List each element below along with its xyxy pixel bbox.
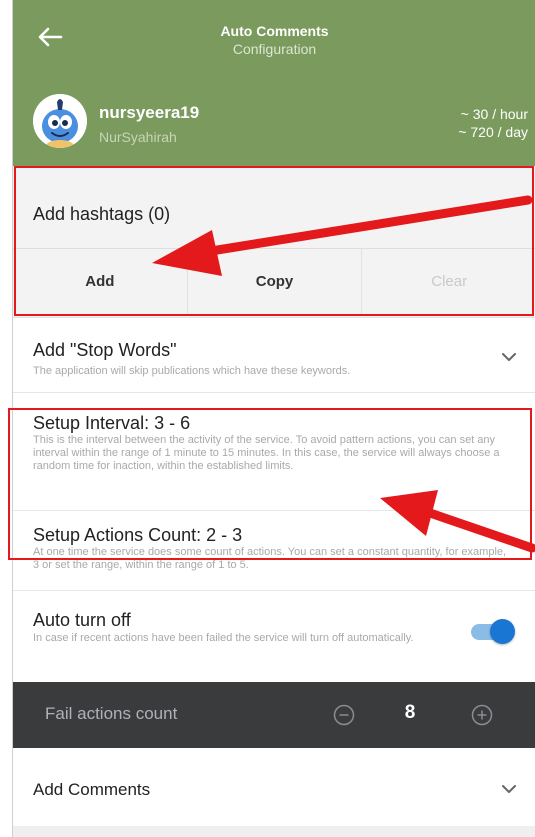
copy-hashtag-button[interactable]: Copy bbox=[188, 249, 363, 314]
auto-off-title: Auto turn off bbox=[33, 610, 131, 630]
hashtags-title: Add hashtags (0) bbox=[33, 204, 171, 224]
page-title: Auto Comments bbox=[220, 23, 329, 39]
app-screen: Auto Comments Configuration nursyeera19 … bbox=[12, 0, 535, 837]
hashtags-section: Add hashtags (0) Add Copy Clear bbox=[13, 166, 535, 318]
interval-desc: This is the interval between the activit… bbox=[33, 434, 500, 472]
toggle-knob bbox=[490, 619, 515, 644]
rate-per-hour: ~ 30 / hour bbox=[460, 106, 528, 122]
divider bbox=[13, 510, 535, 511]
auto-off-toggle[interactable] bbox=[471, 618, 515, 644]
header: Auto Comments Configuration nursyeera19 … bbox=[13, 0, 535, 166]
bottom-strip bbox=[13, 826, 535, 837]
avatar[interactable] bbox=[33, 94, 87, 148]
divider bbox=[13, 392, 535, 393]
fail-actions-label: Fail actions count bbox=[45, 704, 178, 723]
fail-actions-bar: Fail actions count 8 bbox=[13, 682, 535, 748]
rate-per-day: ~ 720 / day bbox=[458, 124, 528, 140]
minus-circle-icon[interactable] bbox=[333, 704, 355, 726]
add-comments-title[interactable]: Add Comments bbox=[33, 780, 150, 800]
fail-actions-value: 8 bbox=[404, 702, 416, 723]
auto-off-desc: In case if recent actions have been fail… bbox=[33, 632, 414, 644]
stop-words-title[interactable]: Add "Stop Words" bbox=[33, 340, 177, 361]
chevron-down-icon[interactable] bbox=[501, 352, 517, 362]
username: nursyeera19 bbox=[99, 103, 200, 122]
hashtag-buttons: Add Copy Clear bbox=[13, 248, 535, 314]
actions-count-desc: At one time the service does some count … bbox=[33, 546, 507, 571]
interval-title[interactable]: Setup Interval: 3 - 6 bbox=[33, 413, 190, 434]
plus-circle-icon[interactable] bbox=[471, 704, 493, 726]
stop-words-desc: The application will skip publications w… bbox=[33, 365, 351, 377]
clear-hashtag-button[interactable]: Clear bbox=[362, 249, 535, 314]
add-hashtag-button[interactable]: Add bbox=[13, 249, 188, 314]
full-name: NurSyahirah bbox=[99, 129, 177, 145]
title-block: Auto Comments Configuration bbox=[13, 22, 535, 58]
avatar-genie-icon bbox=[33, 94, 87, 148]
divider bbox=[13, 590, 535, 591]
page-subtitle: Configuration bbox=[232, 41, 317, 57]
chevron-down-icon[interactable] bbox=[501, 784, 517, 794]
actions-count-title[interactable]: Setup Actions Count: 2 - 3 bbox=[33, 525, 242, 546]
